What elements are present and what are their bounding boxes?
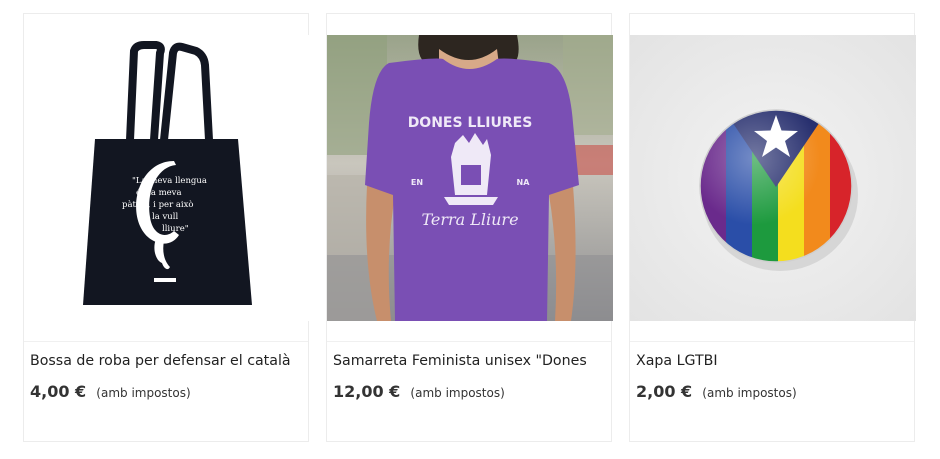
tax-note: (amb impostos) [702,386,797,400]
product-price: 2,00 € [636,382,693,401]
rainbow-badge-image [630,35,916,321]
product-title[interactable]: Xapa LGTBI [636,353,910,369]
product-image-link[interactable]: DONES LLIURES EN NA Terra Lliure [327,35,613,321]
purple-tshirt-image: DONES LLIURES EN NA Terra Lliure [327,35,613,321]
product-image-link[interactable]: "La meva llengua és la meva pàtria, i pe… [24,35,310,321]
shirt-print-top: DONES LLIURES [408,115,533,131]
product-grid: "La meva llengua és la meva pàtria, i pe… [0,0,940,459]
bag-quote-line-2: és la meva [136,187,182,198]
product-title[interactable]: Samarreta Feminista unisex "Dones [333,353,607,369]
product-card[interactable]: DONES LLIURES EN NA Terra Lliure Samarre… [326,13,613,442]
card-divider [327,341,611,342]
product-card[interactable]: Xapa LGTBI 2,00 € (amb impostos) [629,13,916,442]
product-card[interactable]: "La meva llengua és la meva pàtria, i pe… [23,13,310,442]
price-row: 12,00 € (amb impostos) [333,382,505,401]
bag-quote-line-4: la vull [152,212,178,222]
bag-quote-line-1: "La meva llengua [132,176,207,186]
product-title[interactable]: Bossa de roba per defensar el català [30,353,304,369]
card-divider [24,341,308,342]
product-image-link[interactable] [630,35,916,321]
shirt-print-bottom: Terra Lliure [421,210,518,229]
shirt-print-mid-right: NA [517,178,531,187]
product-price: 4,00 € [30,382,87,401]
shirt-print-mid-left: EN [411,178,423,187]
tax-note: (amb impostos) [96,386,191,400]
bag-quote-line-5: lliure" [162,224,189,234]
price-row: 2,00 € (amb impostos) [636,382,797,401]
tax-note: (amb impostos) [410,386,505,400]
product-price: 12,00 € [333,382,401,401]
card-divider [630,341,914,342]
bag-quote-line-3: pàtria, i per això [122,199,194,210]
tote-bag-image: "La meva llengua és la meva pàtria, i pe… [24,35,310,321]
price-row: 4,00 € (amb impostos) [30,382,191,401]
